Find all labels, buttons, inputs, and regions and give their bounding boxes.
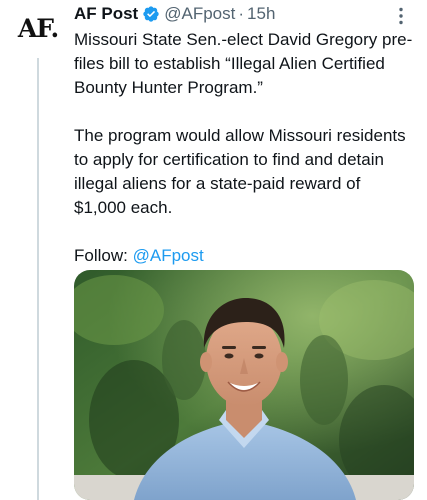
- tweet-paragraph: Missouri State Sen.-elect David Gregory …: [74, 30, 413, 97]
- tweet-text: Missouri State Sen.-elect David Gregory …: [74, 28, 414, 268]
- tweet-photo[interactable]: [74, 270, 414, 500]
- mention-link[interactable]: @AFpost: [133, 246, 204, 265]
- more-options-icon[interactable]: [391, 6, 411, 26]
- tweet-content: AF Post @AFpost · 15h Missouri State Sen…: [74, 2, 414, 268]
- tweet-paragraph: The program would allow Missouri residen…: [74, 126, 406, 217]
- follow-line: Follow: @AFpost: [74, 244, 414, 268]
- follow-label: Follow:: [74, 246, 128, 265]
- display-name[interactable]: AF Post: [74, 4, 138, 24]
- separator-dot: ·: [238, 4, 245, 23]
- verified-badge-icon: [142, 5, 160, 23]
- thread-line: [37, 58, 39, 500]
- tweet[interactable]: AF. AF Post @AFpost · 15h Missouri State…: [0, 0, 427, 500]
- avatar-logo-text: AF.: [17, 14, 59, 43]
- photo-of-smiling-man-in-blue-shirt: [74, 270, 414, 500]
- handle[interactable]: @AFpost: [164, 4, 235, 24]
- tweet-header: AF Post @AFpost · 15h: [74, 2, 414, 26]
- avatar[interactable]: AF.: [14, 8, 62, 56]
- timestamp[interactable]: 15h: [247, 4, 275, 24]
